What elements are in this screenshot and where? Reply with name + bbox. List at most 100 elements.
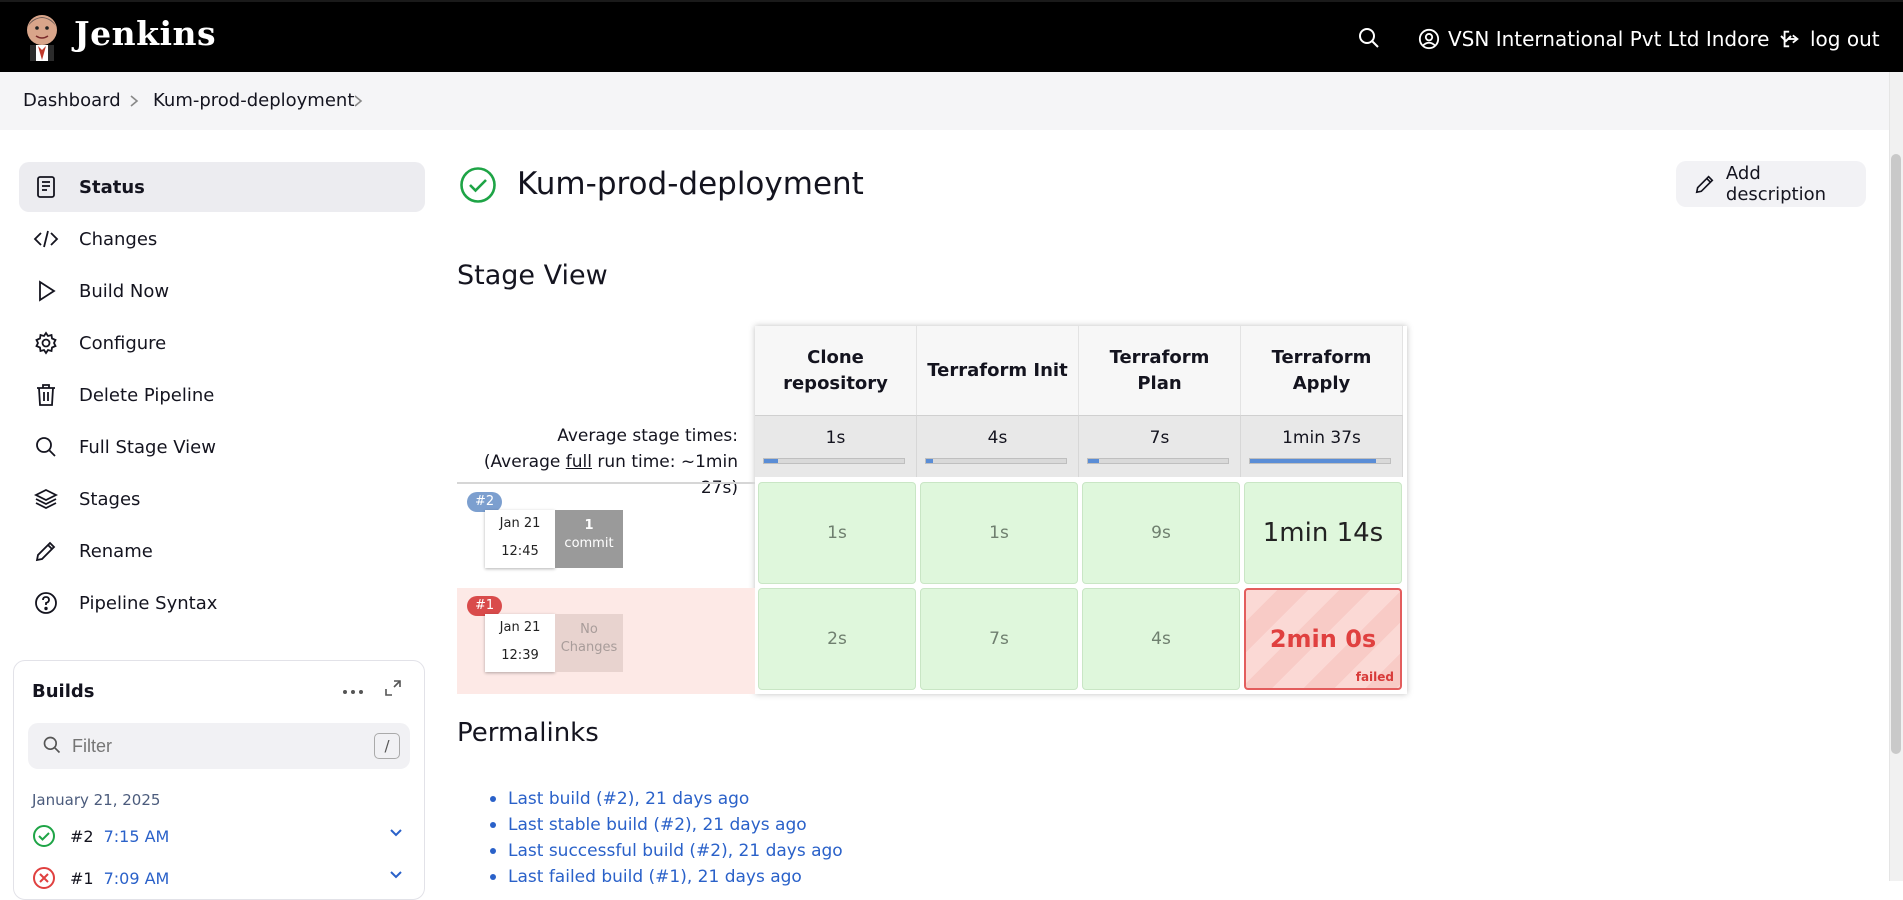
- trash-icon: [33, 382, 59, 408]
- sidebar-item-label: Full Stage View: [79, 436, 216, 458]
- stage-cell[interactable]: 1min 14s: [1244, 482, 1402, 584]
- stage-average-fill: [764, 459, 778, 463]
- stage-average-time: 4s: [987, 428, 1008, 448]
- stage-cell[interactable]: 1s: [758, 482, 916, 584]
- user-menu[interactable]: VSN International Pvt Ltd Indore: [1418, 24, 1801, 54]
- build-number[interactable]: #1: [70, 869, 94, 888]
- stage-average: 4s: [917, 415, 1079, 477]
- pencil-icon: [33, 538, 59, 564]
- add-description-button[interactable]: Add description: [1676, 161, 1866, 207]
- stage-cell[interactable]: 4s: [1082, 588, 1240, 690]
- stage-average-bar: [763, 458, 905, 464]
- run-time: 12:45: [501, 544, 539, 559]
- sidebar-item-pipeline-syntax[interactable]: Pipeline Syntax: [19, 578, 425, 628]
- stage-average-bar: [925, 458, 1067, 464]
- stage-cell[interactable]: 7s: [920, 588, 1078, 690]
- stage-average-bar: [1087, 458, 1229, 464]
- chevron-down-icon[interactable]: [388, 825, 404, 841]
- run-row[interactable]: #2 Jan 21 12:45 1 commit: [457, 482, 755, 588]
- changes-count: No: [580, 622, 598, 637]
- sidebar-item-stages[interactable]: Stages: [19, 474, 425, 524]
- build-badge[interactable]: #2: [467, 492, 503, 512]
- code-icon: [33, 226, 59, 252]
- changes-card[interactable]: 1 commit: [555, 510, 623, 568]
- layers-icon: [33, 486, 59, 512]
- sidebar-item-label: Configure: [79, 332, 167, 354]
- stage-cell[interactable]: 2s: [758, 588, 916, 690]
- failed-x-icon: [33, 867, 55, 889]
- run-date-card[interactable]: Jan 21 12:39: [485, 614, 555, 672]
- success-check-icon: [459, 166, 497, 208]
- chevron-right-icon[interactable]: [352, 93, 364, 112]
- stage-average-time: 7s: [1149, 428, 1170, 448]
- stage-header: Terraform Plan: [1079, 326, 1241, 415]
- logout-label: log out: [1810, 27, 1880, 51]
- build-row[interactable]: #2 7:15 AM: [32, 823, 412, 849]
- brand-title[interactable]: Jenkins: [74, 14, 216, 53]
- stage-average-fill: [1250, 459, 1376, 463]
- permalink[interactable]: Last failed build (#1), 21 days ago: [490, 864, 843, 890]
- sidebar-item-label: Pipeline Syntax: [79, 592, 218, 614]
- changes-label: commit: [564, 536, 614, 551]
- permalink[interactable]: Last successful build (#2), 21 days ago: [490, 838, 843, 864]
- sidebar-item-label: Changes: [79, 228, 158, 250]
- breadcrumb-job[interactable]: Kum-prod-deployment: [153, 90, 354, 111]
- sidebar-item-changes[interactable]: Changes: [19, 214, 425, 264]
- run-time: 12:39: [501, 648, 539, 663]
- search-icon[interactable]: [1357, 26, 1383, 52]
- permalink[interactable]: Last build (#2), 21 days ago: [490, 786, 843, 812]
- logout-link[interactable]: log out: [1780, 24, 1880, 54]
- build-time[interactable]: 7:15 AM: [104, 827, 170, 846]
- sidebar-item-build-now[interactable]: Build Now: [19, 266, 425, 316]
- stage-cell[interactable]: 1s: [920, 482, 1078, 584]
- top-navbar: Jenkins VSN International Pvt Ltd Indore…: [0, 0, 1903, 72]
- stage-cell[interactable]: 9s: [1082, 482, 1240, 584]
- sidebar-item-configure[interactable]: Configure: [19, 318, 425, 368]
- pencil-icon: [1695, 175, 1714, 194]
- stage-header: Terraform Init: [917, 326, 1079, 415]
- permalinks-title: Permalinks: [457, 718, 599, 748]
- scrollbar-thumb[interactable]: [1891, 154, 1901, 754]
- build-badge[interactable]: #1: [467, 596, 503, 616]
- run-date-card[interactable]: Jan 21 12:45: [485, 510, 555, 568]
- sidebar-item-full-stage-view[interactable]: Full Stage View: [19, 422, 425, 472]
- breadcrumb: Dashboard Kum-prod-deployment: [0, 72, 1903, 130]
- sidebar-item-label: Status: [79, 176, 145, 198]
- stage-header: Terraform Apply: [1241, 326, 1403, 415]
- stage-view-title: Stage View: [457, 260, 608, 291]
- stage-view-table: Clone repository Terraform Init Terrafor…: [755, 326, 1407, 694]
- success-check-icon: [33, 825, 55, 847]
- builds-filter[interactable]: /: [28, 723, 410, 769]
- play-icon: [33, 278, 59, 304]
- changes-count: 1: [584, 518, 594, 533]
- builds-panel: Builds / January 21, 2025 #2 7:15 AM #1 …: [13, 660, 425, 900]
- stage-average-time: 1min 37s: [1282, 428, 1361, 448]
- shortcut-key-hint: /: [374, 733, 400, 759]
- more-options-icon[interactable]: [342, 681, 364, 700]
- run-row[interactable]: #1 Jan 21 12:39 No Changes: [457, 588, 755, 694]
- sidebar-item-delete-pipeline[interactable]: Delete Pipeline: [19, 370, 425, 420]
- add-description-label: Add description: [1725, 163, 1826, 205]
- sidebar-item-label: Stages: [79, 488, 141, 510]
- stage-cell-failed[interactable]: 2min 0s failed: [1244, 588, 1402, 690]
- stage-average-fill: [926, 459, 933, 463]
- build-number[interactable]: #2: [70, 827, 94, 846]
- stage-header: Clone repository: [755, 326, 917, 415]
- full-link[interactable]: full: [566, 452, 592, 472]
- average-stage-times-text: Average stage times:: [557, 426, 738, 446]
- filter-input[interactable]: [72, 734, 342, 758]
- run-date: Jan 21: [499, 516, 541, 531]
- jenkins-logo-icon[interactable]: [22, 12, 62, 62]
- page-scrollbar[interactable]: [1889, 72, 1903, 881]
- breadcrumb-dashboard[interactable]: Dashboard: [23, 90, 121, 111]
- permalink[interactable]: Last stable build (#2), 21 days ago: [490, 812, 843, 838]
- avg-prefix: (Average: [483, 452, 566, 472]
- sidebar-item-status[interactable]: Status: [19, 162, 425, 212]
- sidebar-item-label: Delete Pipeline: [79, 384, 215, 406]
- expand-icon[interactable]: [384, 679, 402, 701]
- stage-average: 1min 37s: [1241, 415, 1403, 477]
- sidebar-item-rename[interactable]: Rename: [19, 526, 425, 576]
- permalinks-list: Last build (#2), 21 days ago Last stable…: [490, 786, 843, 890]
- build-row[interactable]: #1 7:09 AM: [32, 865, 412, 891]
- build-time[interactable]: 7:09 AM: [104, 869, 170, 888]
